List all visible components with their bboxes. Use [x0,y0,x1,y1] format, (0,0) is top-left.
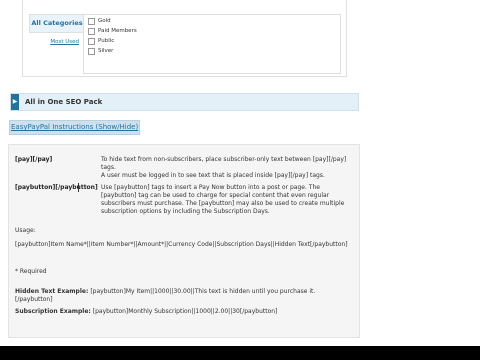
tab-most-used[interactable]: Most Used [29,36,79,48]
text-cursor-icon [78,183,79,192]
easypaypal-instructions-toggle[interactable]: EasyPayPal Instructions (Show/Hide) [9,120,141,135]
category-item[interactable]: Paid Members [88,27,137,36]
category-label: Public [98,38,115,44]
category-checkbox[interactable] [88,28,95,35]
category-item[interactable]: Silver [88,47,113,56]
category-checklist: Gold Paid Members Public Silver [83,14,341,74]
subscription-example-label: Subscription Example: [15,308,91,315]
required-note: * Required [15,268,47,275]
category-item[interactable]: Gold [88,17,111,26]
editor-page: All Categories Most Used Gold Paid Membe… [0,0,480,346]
category-label: Silver [98,48,114,54]
usage-syntax: [paybutton]Item Name*||Item Number*||Amo… [15,241,348,248]
subscription-example: Subscription Example: [paybutton]Monthly… [15,308,350,316]
pay-tag-note: A user must be logged in to see text tha… [101,172,325,179]
paybutton-tag-description: Use [paybutton] tags to insert a Pay Now… [101,184,345,215]
hidden-text-example: Hidden Text Example: [paybutton]My Item|… [15,288,350,304]
expand-arrow-icon[interactable]: ▶ [11,94,19,110]
easypaypal-instructions-panel: [pay][/pay] To hide text from non-subscr… [8,144,360,338]
category-label: Gold [98,18,111,24]
pay-tag-term: [pay][/pay] [15,156,53,163]
category-item[interactable]: Public [88,37,114,46]
hidden-example-label: Hidden Text Example: [15,288,89,295]
category-checkbox[interactable] [88,18,95,25]
subscription-example-value: [paybutton]Monthly Subscription||1000||2… [92,308,278,315]
seo-pack-box-header[interactable]: ▶ All in One SEO Pack [10,93,359,111]
usage-label: Usage: [15,227,36,234]
pay-tag-description: To hide text from non-subscribers, place… [101,156,347,171]
category-tabs: All Categories Most Used [23,0,84,76]
category-checkbox[interactable] [88,48,95,55]
tab-all-categories[interactable]: All Categories [29,14,84,33]
categories-box: All Categories Most Used Gold Paid Membe… [22,0,347,77]
seo-pack-title: All in One SEO Pack [25,98,103,106]
category-label: Paid Members [98,28,137,34]
category-checkbox[interactable] [88,38,95,45]
paybutton-tag-term: [paybutton][/paybutton] [15,184,98,191]
